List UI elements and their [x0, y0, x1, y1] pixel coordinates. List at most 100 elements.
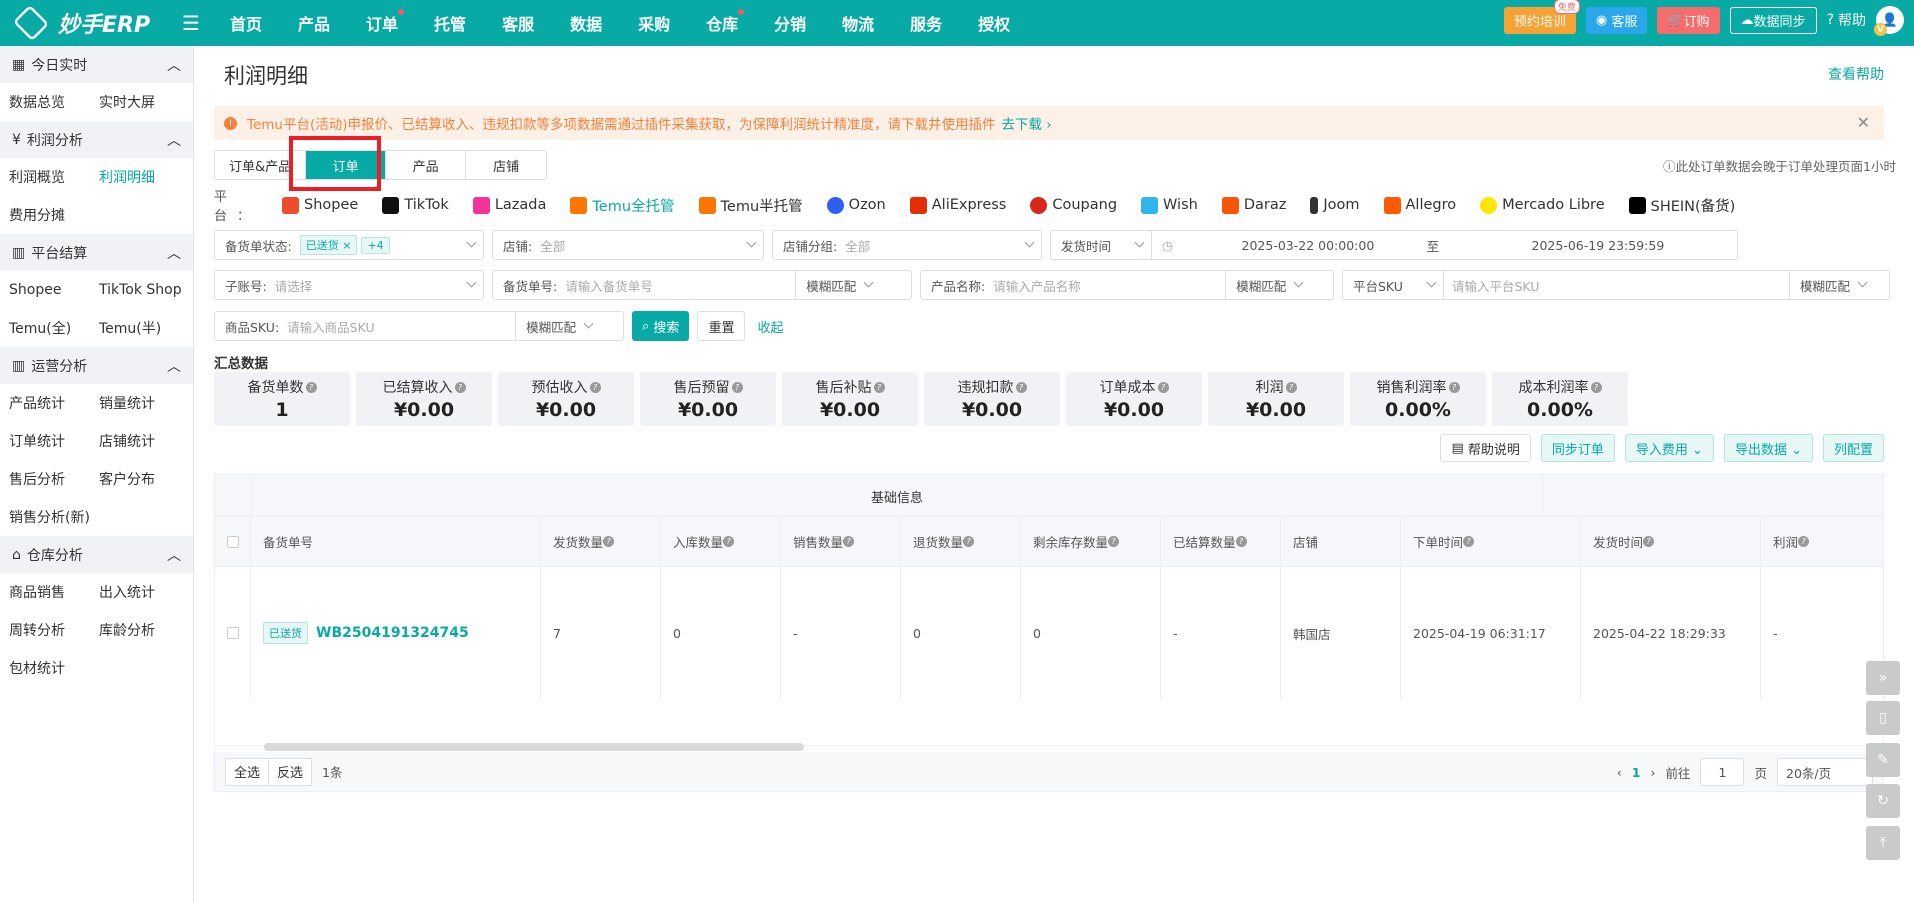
question-icon[interactable]: ? [1285, 381, 1297, 393]
nav-data[interactable]: 数据 [570, 11, 602, 35]
col-order-no[interactable]: 备货单号 [251, 517, 541, 566]
question-icon[interactable]: ? [305, 381, 317, 393]
sidebar-section-warehouse[interactable]: ⌂ 仓库分析 ︿ [0, 536, 193, 573]
platform-temu-half[interactable]: Temu半托管 [698, 195, 803, 216]
question-icon[interactable]: ? [454, 381, 466, 393]
sync-order-button[interactable]: 同步订单 [1540, 434, 1615, 462]
sidebar-item-temu-half[interactable]: Temu(半) [99, 318, 189, 338]
question-icon[interactable]: ? [1448, 381, 1460, 393]
match-select[interactable]: 模糊匹配 [1789, 271, 1874, 299]
nav-home[interactable]: 首页 [230, 11, 262, 35]
question-icon[interactable]: ? [1463, 536, 1475, 547]
col-settled-qty[interactable]: 已结算数量? [1161, 517, 1281, 566]
nav-service[interactable]: 客服 [502, 11, 534, 35]
question-icon[interactable]: ? [1015, 381, 1027, 393]
sidebar-item-order-stats[interactable]: 订单统计 [9, 431, 99, 451]
question-icon[interactable]: ? [1235, 536, 1247, 547]
order-no-input[interactable]: 请输入备货单号 [565, 276, 795, 295]
platform-wish[interactable]: Wish [1141, 196, 1198, 214]
page-number[interactable]: 1 [1632, 765, 1641, 780]
reset-button[interactable]: 重置 [697, 311, 746, 341]
match-select[interactable]: 模糊匹配 [795, 271, 880, 299]
question-icon[interactable]: ? [963, 536, 975, 547]
col-return-qty[interactable]: 退货数量? [901, 517, 1021, 566]
question-icon[interactable]: ? [1108, 536, 1120, 547]
help-button[interactable]: ? 帮助 [1827, 10, 1866, 30]
subscribe-button[interactable]: 🛒 订购 [1657, 6, 1720, 34]
sidebar-item-overview[interactable]: 数据总览 [9, 92, 99, 112]
sidebar-item-in-out[interactable]: 出入统计 [99, 582, 189, 602]
nav-order[interactable]: 订单 [366, 9, 405, 35]
export-data-button[interactable]: 导出数据 ⌄ [1723, 434, 1813, 462]
sub-account-select[interactable]: 子账号: 请选择 [214, 270, 484, 300]
close-icon[interactable]: ✕ [1857, 113, 1870, 132]
col-profit[interactable]: 利润? [1761, 517, 1883, 566]
nav-authorize[interactable]: 授权 [978, 11, 1010, 35]
nav-services[interactable]: 服务 [910, 11, 942, 35]
platform-lazada[interactable]: Lazada [472, 196, 546, 214]
product-name-input[interactable]: 请输入产品名称 [993, 276, 1225, 295]
sidebar-item-profit-overview[interactable]: 利润概览 [9, 167, 99, 187]
question-icon[interactable]: ? [843, 536, 855, 547]
next-page-icon[interactable]: › [1650, 765, 1655, 780]
col-ship-time[interactable]: 发货时间? [1581, 517, 1761, 566]
view-help-link[interactable]: 查看帮助 [1828, 64, 1884, 84]
prev-page-icon[interactable]: ‹ [1617, 765, 1622, 780]
edit-icon[interactable]: ✎ [1866, 743, 1900, 777]
sidebar-item-tiktok-shop[interactable]: TikTok Shop [99, 282, 189, 298]
sidebar-item-sales-stats[interactable]: 销量统计 [99, 393, 189, 413]
tab-order-product[interactable]: 订单&产品 [215, 151, 307, 179]
select-all-checkbox[interactable] [227, 535, 239, 548]
download-link[interactable]: 去下载 › [1002, 113, 1052, 133]
col-in-qty[interactable]: 入库数量? [661, 517, 781, 566]
sidebar-section-operations[interactable]: ▥ 运营分析 ︿ [0, 347, 193, 384]
shop-select[interactable]: 店铺: 全部 [492, 230, 764, 260]
match-select[interactable]: 模糊匹配 [1225, 271, 1310, 299]
collapse-link[interactable]: 收起 [753, 311, 787, 341]
sidebar-item-profit-detail[interactable]: 利润明细 [99, 167, 189, 187]
platform-allegro[interactable]: Allegro [1383, 196, 1456, 214]
match-select[interactable]: 模糊匹配 [515, 312, 600, 340]
platform-sku-input[interactable]: 请输入平台SKU [1443, 271, 1789, 299]
nav-hosting[interactable]: 托管 [434, 11, 466, 35]
platform-tiktok[interactable]: TikTok [382, 196, 449, 214]
question-icon[interactable]: ? [731, 381, 743, 393]
back-to-top-icon[interactable]: ⤒ [1866, 826, 1900, 860]
platform-daraz[interactable]: Daraz [1221, 196, 1286, 214]
tab-product[interactable]: 产品 [386, 151, 467, 179]
invert-selection-button[interactable]: 反选 [269, 757, 313, 786]
sidebar-item-stock-age[interactable]: 库龄分析 [99, 620, 189, 640]
question-icon[interactable]: ? [1157, 381, 1169, 393]
sidebar-section-realtime[interactable]: ▦ 今日实时 ︿ [0, 46, 193, 83]
question-icon[interactable]: ? [603, 536, 615, 547]
refresh-icon[interactable]: ↻ [1866, 784, 1900, 818]
question-icon[interactable]: ? [723, 536, 735, 547]
time-type-select[interactable]: 发货时间 [1051, 231, 1151, 259]
horizontal-scrollbar[interactable] [264, 743, 804, 751]
sidebar-item-bigscreen[interactable]: 实时大屏 [99, 92, 189, 112]
col-shop[interactable]: 店铺 [1281, 517, 1401, 566]
platform-mercado-libre[interactable]: Mercado Libre [1480, 196, 1605, 214]
customer-service-button[interactable]: ◉ 客服 [1585, 6, 1648, 34]
training-button[interactable]: 预约培训 免费 [1503, 0, 1580, 34]
nav-distribution[interactable]: 分销 [774, 11, 806, 35]
nav-logistics[interactable]: 物流 [842, 11, 874, 35]
sidebar-item-goods-sales[interactable]: 商品销售 [9, 582, 99, 602]
platform-aliexpress[interactable]: AliExpress [909, 196, 1006, 214]
search-button[interactable]: ⌕ 搜索 [632, 311, 690, 341]
import-cost-button[interactable]: 导入费用 ⌄ [1624, 434, 1714, 462]
product-sku-input[interactable]: 请输入商品SKU [287, 317, 515, 336]
platform-shopee[interactable]: Shopee [282, 196, 358, 214]
question-icon[interactable]: ? [873, 381, 885, 393]
sidebar-section-settlement[interactable]: ▥ 平台结算 ︿ [0, 234, 193, 271]
platform-shein[interactable]: SHEIN(备货) [1628, 195, 1735, 216]
sidebar-item-customer-dist[interactable]: 客户分布 [99, 469, 189, 489]
shop-group-select[interactable]: 店铺分组: 全部 [772, 230, 1042, 260]
col-stock-qty[interactable]: 剩余库存数量? [1021, 517, 1161, 566]
question-icon[interactable]: ? [1590, 381, 1602, 393]
column-config-button[interactable]: 列配置 [1822, 434, 1884, 462]
platform-ozon[interactable]: Ozon [826, 196, 886, 214]
date-end-input[interactable]: 2025-06-19 23:59:59 [1503, 238, 1693, 253]
sidebar-item-turnover[interactable]: 周转分析 [9, 620, 99, 640]
status-select[interactable]: 备货单状态: 已送货 × +4 [214, 230, 484, 260]
